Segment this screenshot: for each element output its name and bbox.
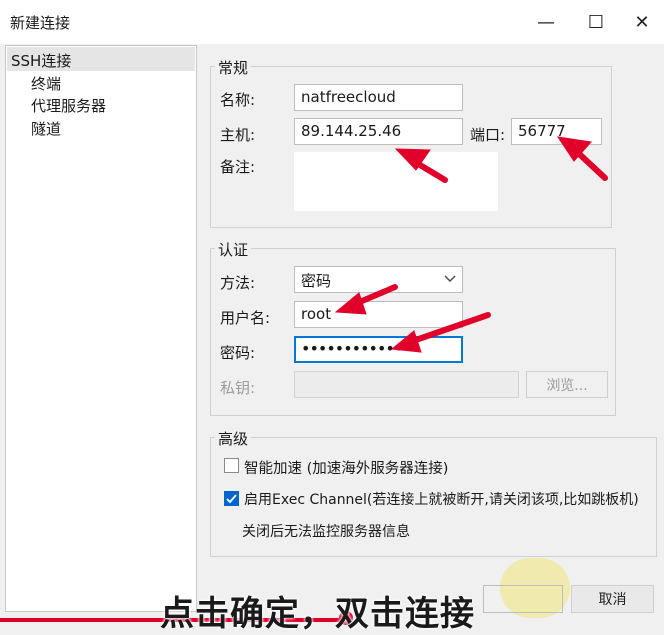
user-label: 用户名:	[220, 309, 271, 327]
close-icon: ✕	[634, 11, 650, 33]
exec-channel-note: 关闭后无法监控服务器信息	[242, 524, 410, 540]
checkmark-icon	[226, 494, 237, 504]
port-input[interactable]: 56777	[511, 118, 602, 145]
host-input[interactable]: 89.144.25.46	[294, 118, 463, 145]
smart-accel-checkbox[interactable]	[224, 458, 239, 473]
ok-button[interactable]	[483, 585, 563, 613]
chevron-down-icon	[444, 275, 456, 282]
name-label: 名称:	[220, 91, 256, 109]
tree-item-tunnel[interactable]: 隧道	[31, 118, 61, 139]
smart-accel-label[interactable]: 智能加速 (加速海外服务器连接)	[244, 457, 448, 478]
cancel-button[interactable]: 取消	[571, 585, 654, 613]
private-key-label: 私钥:	[220, 379, 256, 397]
username-input[interactable]: root	[294, 301, 463, 328]
method-selected-value: 密码	[301, 272, 332, 290]
port-label: 端口:	[470, 126, 506, 144]
tree-item-ssh[interactable]: SSH连接	[11, 50, 71, 71]
host-label: 主机:	[220, 126, 256, 144]
minimize-button[interactable]: —	[526, 6, 566, 38]
auth-group-title: 认证	[215, 239, 252, 260]
browse-button[interactable]: 浏览...	[526, 371, 608, 398]
name-input[interactable]: natfreecloud	[294, 84, 463, 111]
password-input[interactable]: •••••••••••••	[294, 336, 463, 363]
note-textarea[interactable]	[294, 152, 498, 211]
advanced-group-title: 高级	[215, 428, 252, 449]
tree-item-terminal[interactable]: 终端	[31, 73, 61, 94]
private-key-input[interactable]	[294, 371, 519, 398]
exec-channel-label[interactable]: 启用Exec Channel(若连接上就被断开,请关闭该项,比如跳板机)	[244, 489, 639, 509]
method-select[interactable]: 密码	[294, 266, 463, 293]
video-caption: 点击确定，双击连接	[160, 594, 475, 634]
window-title: 新建连接	[10, 14, 71, 32]
minimize-icon: —	[537, 11, 555, 33]
exec-channel-checkbox[interactable]	[224, 491, 239, 506]
method-label: 方法:	[220, 274, 256, 292]
general-group-title: 常规	[215, 57, 252, 78]
password-label: 密码:	[220, 344, 256, 362]
tree-item-proxy[interactable]: 代理服务器	[31, 95, 106, 116]
note-label: 备注:	[220, 158, 256, 176]
category-tree: SSH连接 终端 代理服务器 隧道	[5, 45, 197, 612]
title-bar: 新建连接 — ☐ ✕	[0, 0, 664, 44]
maximize-button[interactable]: ☐	[576, 6, 616, 38]
maximize-icon: ☐	[587, 11, 605, 33]
close-button[interactable]: ✕	[622, 6, 662, 38]
